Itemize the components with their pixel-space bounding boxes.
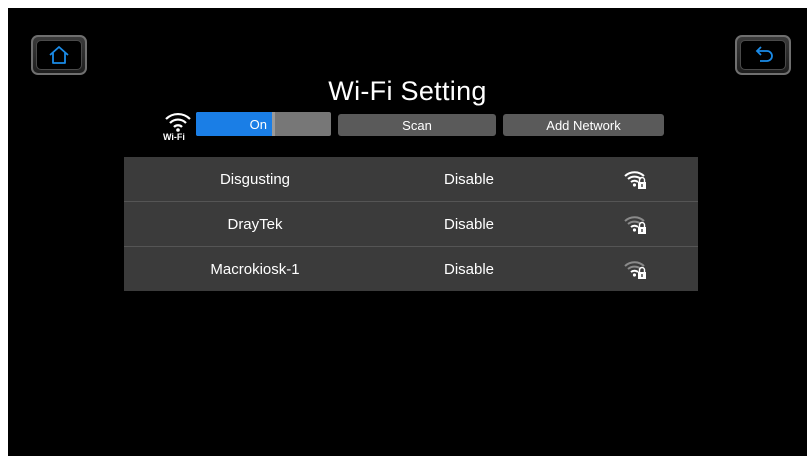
- wifi-lock-icon: [624, 261, 646, 279]
- scan-button[interactable]: Scan: [338, 114, 496, 136]
- page-title: Wi-Fi Setting: [328, 76, 487, 106]
- network-name: DrayTek: [227, 215, 283, 233]
- back-arrow-icon: [755, 46, 773, 62]
- home-button-face: [36, 40, 82, 70]
- network-status: Disable: [443, 215, 495, 233]
- back-button[interactable]: [735, 35, 791, 75]
- wifi-lock-icon: [624, 216, 646, 234]
- back-button-face: [740, 40, 786, 70]
- wifi-status-badge: Wi-Fi: [161, 111, 193, 143]
- network-status: Disable: [443, 170, 495, 188]
- toggle-on-label: On: [196, 112, 272, 136]
- network-row[interactable]: Disgusting Disable: [124, 157, 698, 202]
- network-row[interactable]: Macrokiosk-1 Disable: [124, 247, 698, 291]
- wifi-toggle[interactable]: On: [196, 112, 331, 136]
- wifi-badge-label: Wi-Fi: [163, 132, 185, 142]
- network-status: Disable: [443, 260, 495, 278]
- add-network-button[interactable]: Add Network: [503, 114, 664, 136]
- network-row[interactable]: DrayTek Disable: [124, 202, 698, 247]
- wifi-setting-screen: Wi-Fi Setting Wi-Fi On Scan Add Network …: [8, 8, 807, 456]
- network-name: Disgusting: [219, 170, 291, 188]
- network-list: Disgusting Disable DrayTek Disable Macro…: [124, 157, 698, 291]
- home-button[interactable]: [31, 35, 87, 75]
- home-icon: [49, 46, 69, 64]
- network-name: Macrokiosk-1: [210, 260, 300, 278]
- wifi-icon: [165, 112, 191, 132]
- wifi-lock-icon: [624, 171, 646, 189]
- toggle-knob: [272, 112, 275, 136]
